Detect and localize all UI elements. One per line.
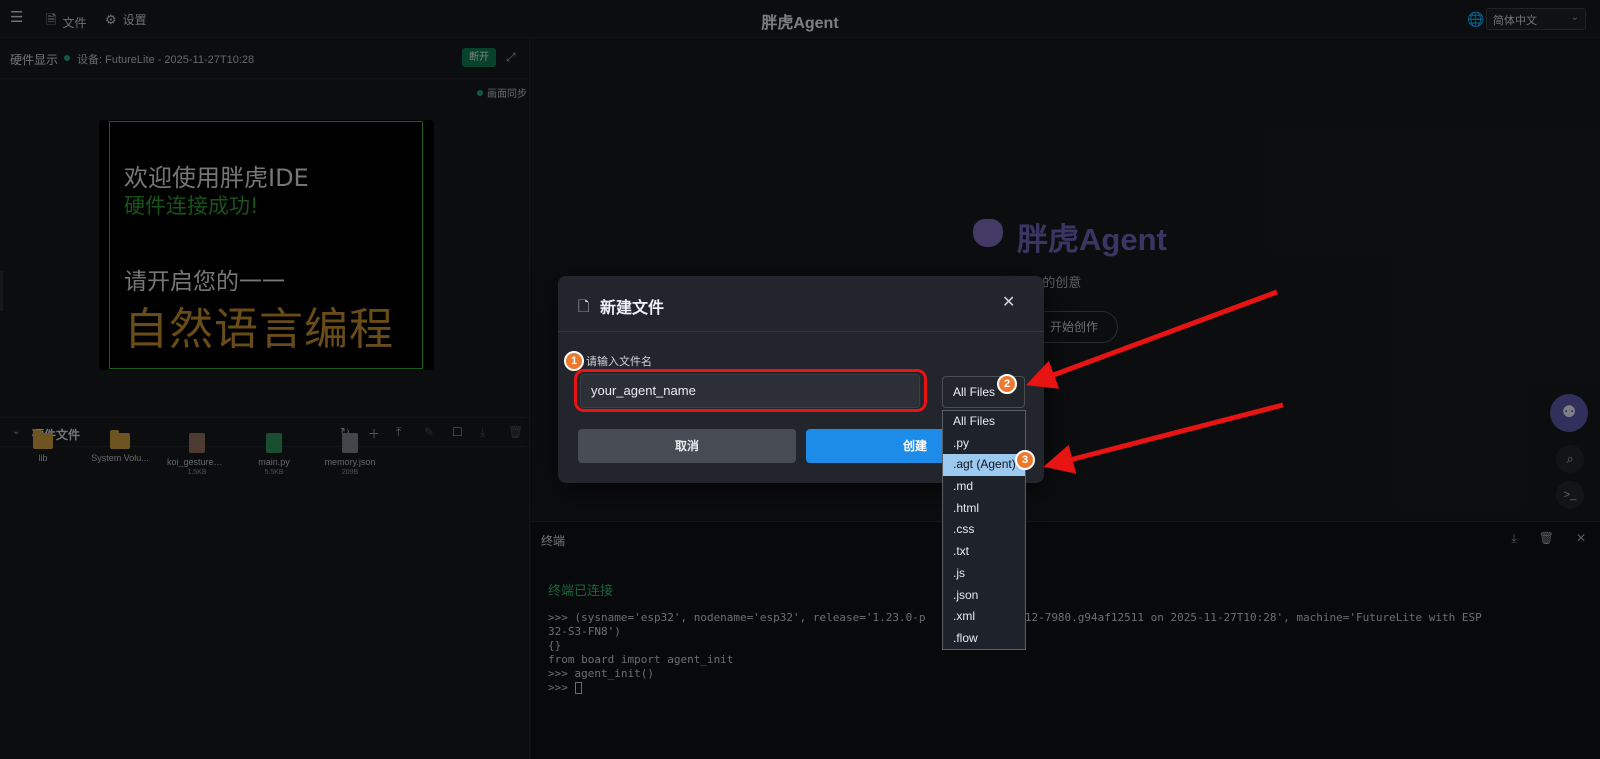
arrow-3 bbox=[1043, 402, 1284, 474]
step-badge-3: 3 bbox=[1015, 450, 1035, 470]
arrow-2 bbox=[1025, 289, 1278, 389]
step-badge-2: 2 bbox=[997, 374, 1017, 394]
annotation-arrows bbox=[1025, 289, 1284, 474]
step-badge-1: 1 bbox=[564, 351, 584, 371]
